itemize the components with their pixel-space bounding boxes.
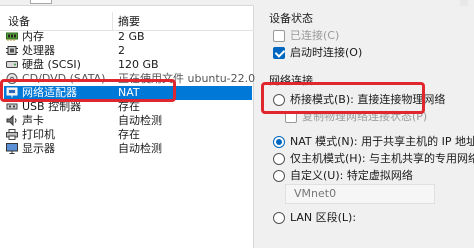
settings-panel: 设备状态 已连接(C) 启动时连接(O) 网络连接 桥接模式(B): 直接连接物… bbox=[255, 0, 474, 248]
device-status-title: 设备状态 bbox=[269, 12, 313, 25]
top-frame-edge bbox=[460, 0, 468, 6]
display-icon bbox=[6, 143, 18, 154]
checkbox-label: 启动时连接(O) bbox=[290, 46, 363, 59]
device-row-usb-controller[interactable]: USB 控制器 存在 bbox=[4, 100, 252, 114]
device-row-processor[interactable]: 处理器 2 bbox=[4, 44, 252, 58]
radio-label: 自定义(U): 特定虚拟网络 bbox=[290, 169, 413, 182]
radio-circle[interactable] bbox=[273, 153, 285, 165]
device-summary: 自动检测 bbox=[118, 114, 162, 127]
column-divider[interactable] bbox=[112, 12, 113, 30]
device-summary: 120 GB bbox=[118, 58, 159, 71]
checkbox-box[interactable] bbox=[273, 30, 285, 42]
radio-circle[interactable] bbox=[273, 212, 285, 224]
column-header-device[interactable]: 设备 bbox=[8, 14, 30, 30]
sound-card-icon bbox=[6, 115, 17, 126]
highlight-network-adapter bbox=[0, 79, 176, 102]
checkbox-box[interactable] bbox=[273, 47, 285, 59]
device-row-sound-card[interactable]: 声卡 自动检测 bbox=[4, 114, 252, 128]
column-header-summary[interactable]: 摘要 bbox=[118, 14, 140, 30]
radio-label: LAN 区段(L): bbox=[290, 211, 357, 224]
device-name: 声卡 bbox=[22, 114, 44, 127]
cpu-icon bbox=[6, 46, 18, 55]
device-name: 显示器 bbox=[22, 142, 55, 155]
highlight-bridged-mode bbox=[261, 82, 425, 114]
memory-icon bbox=[6, 32, 18, 41]
vmnet-select[interactable]: VMnet0 bbox=[285, 184, 435, 204]
hardware-tab[interactable] bbox=[30, 0, 52, 4]
device-list-panel: 设备 摘要 内存 2 GB 处理器 2 硬盘 (SCSI) 120 GB CD/… bbox=[0, 0, 276, 248]
device-row-hard-disk[interactable]: 硬盘 (SCSI) 120 GB bbox=[4, 58, 252, 72]
device-row-display[interactable]: 显示器 自动检测 bbox=[4, 142, 252, 156]
device-summary: 存在 bbox=[118, 128, 140, 141]
device-summary: 2 GB bbox=[118, 30, 145, 43]
device-row-memory[interactable]: 内存 2 GB bbox=[4, 30, 252, 44]
radio-label: NAT 模式(N): 用于共享主机的 IP 地址 bbox=[290, 135, 474, 148]
radio-circle[interactable] bbox=[273, 136, 285, 148]
device-name: 处理器 bbox=[22, 44, 55, 57]
device-summary: 2 bbox=[118, 44, 125, 57]
device-summary: 存在 bbox=[118, 100, 140, 113]
radio-circle[interactable] bbox=[273, 170, 285, 182]
hard-disk-icon bbox=[6, 61, 18, 68]
device-row-printer[interactable]: 打印机 存在 bbox=[4, 128, 252, 142]
device-summary: 自动检测 bbox=[118, 142, 162, 155]
printer-icon bbox=[6, 129, 18, 140]
checkbox-label: 已连接(C) bbox=[290, 29, 340, 42]
usb-controller-icon bbox=[6, 103, 18, 110]
tab-strip bbox=[0, 0, 254, 6]
device-name: 内存 bbox=[22, 30, 44, 43]
radio-label: 仅主机模式(H): 与主机共享的专用网络 bbox=[290, 152, 474, 165]
device-name: 打印机 bbox=[22, 128, 55, 141]
device-name: 硬盘 (SCSI) bbox=[22, 58, 81, 71]
device-name: USB 控制器 bbox=[22, 100, 82, 113]
